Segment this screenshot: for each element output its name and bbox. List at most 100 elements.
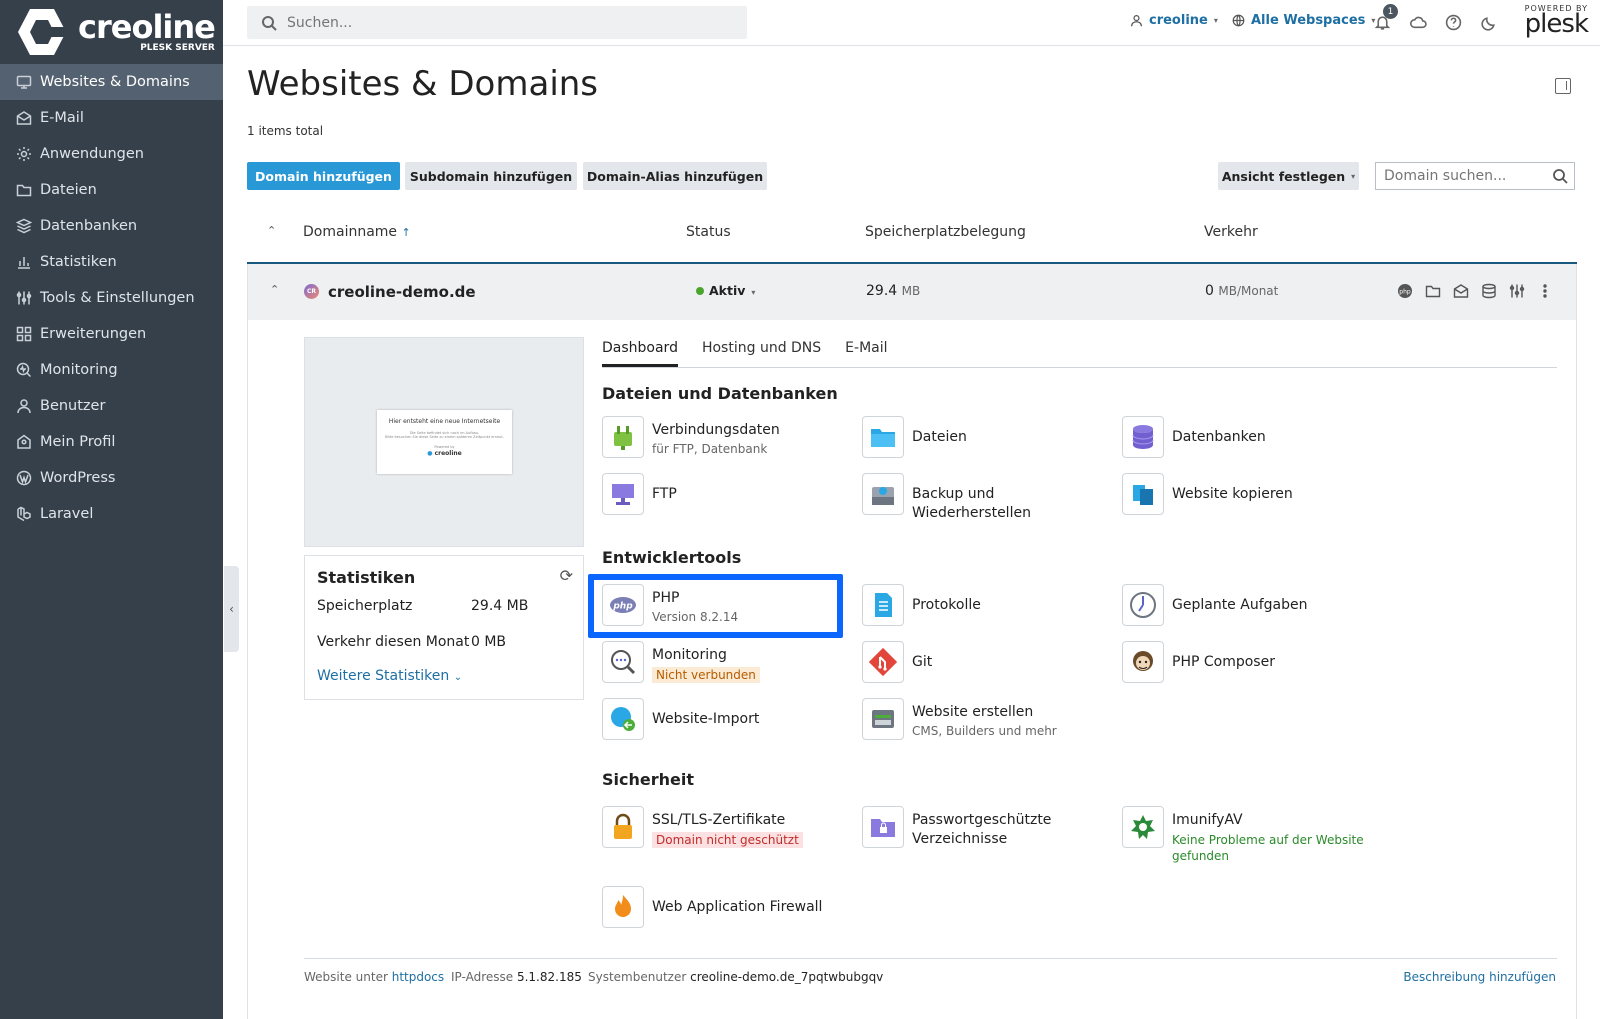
panel-toggle-icon[interactable] [1555, 78, 1571, 94]
view-settings-button[interactable]: Ansicht festlegen ▾ [1218, 162, 1359, 190]
domain-search[interactable] [1375, 162, 1575, 190]
help-button[interactable] [1443, 12, 1463, 32]
collapse-row-icon[interactable]: ⌃ [270, 283, 279, 296]
sidebar-item-monitoring[interactable]: Monitoring [0, 352, 223, 388]
tool-scheduled-tasks[interactable]: Geplante Aufgaben [1122, 584, 1362, 626]
webspaces-menu[interactable]: Alle Webspaces ▾ [1232, 13, 1375, 28]
tool-databases[interactable]: Datenbanken [1122, 416, 1362, 458]
sidebar-item-anwendungen[interactable]: Anwendungen [0, 136, 223, 172]
database-icon[interactable] [1480, 282, 1498, 300]
tool-connection-data[interactable]: Verbindungsdaten für FTP, Datenbank [602, 416, 842, 458]
sidebar-item-websites-domains[interactable]: Websites & Domains [0, 64, 223, 100]
gear-icon [16, 146, 32, 162]
add-subdomain-button[interactable]: Subdomain hinzufügen [405, 162, 577, 190]
search-icon[interactable] [1552, 168, 1568, 184]
composer-icon [1122, 641, 1164, 683]
clock-icon [1122, 584, 1164, 626]
tool-protected-directories[interactable]: Passwortgeschützte Verzeichnisse [862, 806, 1102, 849]
laravel-icon [16, 506, 32, 522]
sidebar-collapse-handle[interactable]: ‹ [224, 566, 239, 652]
sidebar-item-datenbanken[interactable]: Datenbanken [0, 208, 223, 244]
global-search[interactable] [247, 6, 747, 39]
plesk-wordmark: plesk [1524, 9, 1589, 39]
help-icon [1445, 14, 1461, 30]
sidebar-item-dateien[interactable]: Dateien [0, 172, 223, 208]
sliders-icon [16, 290, 32, 306]
tool-title: Dateien [912, 429, 967, 445]
sidebar-item-label: Monitoring [40, 362, 118, 378]
tool-imunifyav[interactable]: ImunifyAV Keine Probleme auf der Website … [1122, 806, 1364, 864]
tool-ssl-certificates[interactable]: SSL/TLS-Zertifikate Domain nicht geschütz… [602, 806, 842, 848]
tool-copy-website[interactable]: Website kopieren [1122, 473, 1362, 515]
sliders-icon[interactable] [1508, 282, 1526, 300]
tab-dashboard[interactable]: Dashboard [602, 340, 678, 367]
notification-count: 1 [1383, 4, 1398, 19]
sidebar-item-benutzer[interactable]: Benutzer [0, 388, 223, 424]
ip-address-value: 5.1.82.185 [516, 970, 582, 984]
globe-icon [1232, 14, 1245, 27]
notifications-button[interactable]: 1 [1372, 4, 1398, 32]
more-statistics-link[interactable]: Weitere Statistiken ⌄ [317, 668, 462, 684]
preview-page: Hier entsteht eine neue Internetseite Di… [377, 410, 512, 474]
tool-ftp[interactable]: FTP [602, 473, 842, 515]
add-description-label[interactable]: Beschreibung hinzufügen [1403, 970, 1556, 984]
website-preview[interactable]: Hier entsteht eine neue Internetseite Di… [304, 337, 584, 547]
tab-email[interactable]: E-Mail [845, 340, 887, 367]
tool-monitoring[interactable]: Monitoring Nicht verbunden [602, 641, 842, 683]
tool-create-website[interactable]: Website erstellen CMS, Builders und mehr [862, 698, 1102, 740]
dark-mode-toggle[interactable] [1479, 12, 1499, 32]
tool-php-composer[interactable]: PHP Composer [1122, 641, 1362, 683]
domain-search-input[interactable] [1384, 168, 1544, 184]
sidebar-item-erweiterungen[interactable]: Erweiterungen [0, 316, 223, 352]
tool-files[interactable]: Dateien [862, 416, 1102, 458]
sidebar-item-laravel[interactable]: Laravel [0, 496, 223, 532]
chevron-left-icon: ‹ [229, 602, 234, 616]
tool-waf[interactable]: Web Application Firewall [602, 886, 842, 928]
brand-logo[interactable]: creoline PLESK SERVER [0, 0, 223, 64]
column-storage[interactable]: Speicherplatzbelegung [865, 224, 1026, 240]
mail-icon[interactable] [1452, 282, 1470, 300]
sidebar-item-statistiken[interactable]: Statistiken [0, 244, 223, 280]
monitoring-icon [602, 641, 644, 683]
sidebar-item-email[interactable]: E-Mail [0, 100, 223, 136]
database-icon [16, 218, 32, 234]
more-actions-icon[interactable] [1536, 282, 1554, 300]
tool-title: Verbindungsdaten [652, 422, 780, 438]
tool-website-import[interactable]: Website-Import [602, 698, 842, 740]
sidebar-item-mein-profil[interactable]: Mein Profil [0, 424, 223, 460]
search-input[interactable] [287, 14, 687, 31]
domain-name-link[interactable]: creoline-demo.de [328, 283, 476, 301]
httpdocs-link[interactable]: httpdocs [392, 970, 444, 984]
sidebar-item-wordpress[interactable]: WordPress [0, 460, 223, 496]
sidebar-item-tools[interactable]: Tools & Einstellungen [0, 280, 223, 316]
tool-php[interactable]: php PHP Version 8.2.14 [602, 584, 842, 626]
ip-address: IP-Adresse 5.1.82.185 [451, 970, 582, 984]
add-description-link[interactable]: Beschreibung hinzufügen [1403, 970, 1556, 984]
top-bar: creoline ▾ Alle Webspaces▾ 1 POWERED BY p… [223, 0, 1600, 46]
traffic-cell: 0 MB/Monat [1205, 283, 1278, 299]
php-icon[interactable]: php [1396, 282, 1414, 300]
sidebar-item-label: Anwendungen [40, 146, 144, 162]
sidebar-item-label: Dateien [40, 182, 97, 198]
column-domain-name[interactable]: Domainname ↑ [303, 224, 411, 240]
tool-backup[interactable]: Backup und Wiederherstellen [862, 473, 1102, 523]
tab-hosting-dns[interactable]: Hosting und DNS [702, 340, 821, 367]
refresh-icon[interactable]: ⟳ [560, 566, 573, 585]
sidebar-item-label: Erweiterungen [40, 326, 147, 342]
preview-logo-icon: ● [427, 450, 433, 457]
section-files-databases: Dateien und Datenbanken [602, 384, 838, 403]
collapse-all-icon[interactable]: ⌃ [267, 224, 276, 237]
user-menu[interactable]: creoline ▾ [1130, 13, 1218, 28]
status-dropdown[interactable]: Aktiv ▾ [696, 283, 755, 298]
add-alias-button[interactable]: Domain-Alias hinzufügen [583, 162, 767, 190]
chevron-down-icon: ▾ [1213, 16, 1218, 25]
system-user: Systembenutzer creoline-demo.de_7pqtwbub… [588, 970, 883, 984]
column-status[interactable]: Status [686, 224, 731, 240]
tool-logs[interactable]: Protokolle [862, 584, 1102, 626]
add-domain-button[interactable]: Domain hinzufügen [247, 162, 400, 190]
folder-icon[interactable] [1424, 282, 1442, 300]
tool-git[interactable]: Git [862, 641, 1102, 683]
column-traffic[interactable]: Verkehr [1204, 224, 1258, 240]
website-location-label: Website unter [304, 970, 388, 984]
cloud-button[interactable] [1408, 12, 1428, 32]
